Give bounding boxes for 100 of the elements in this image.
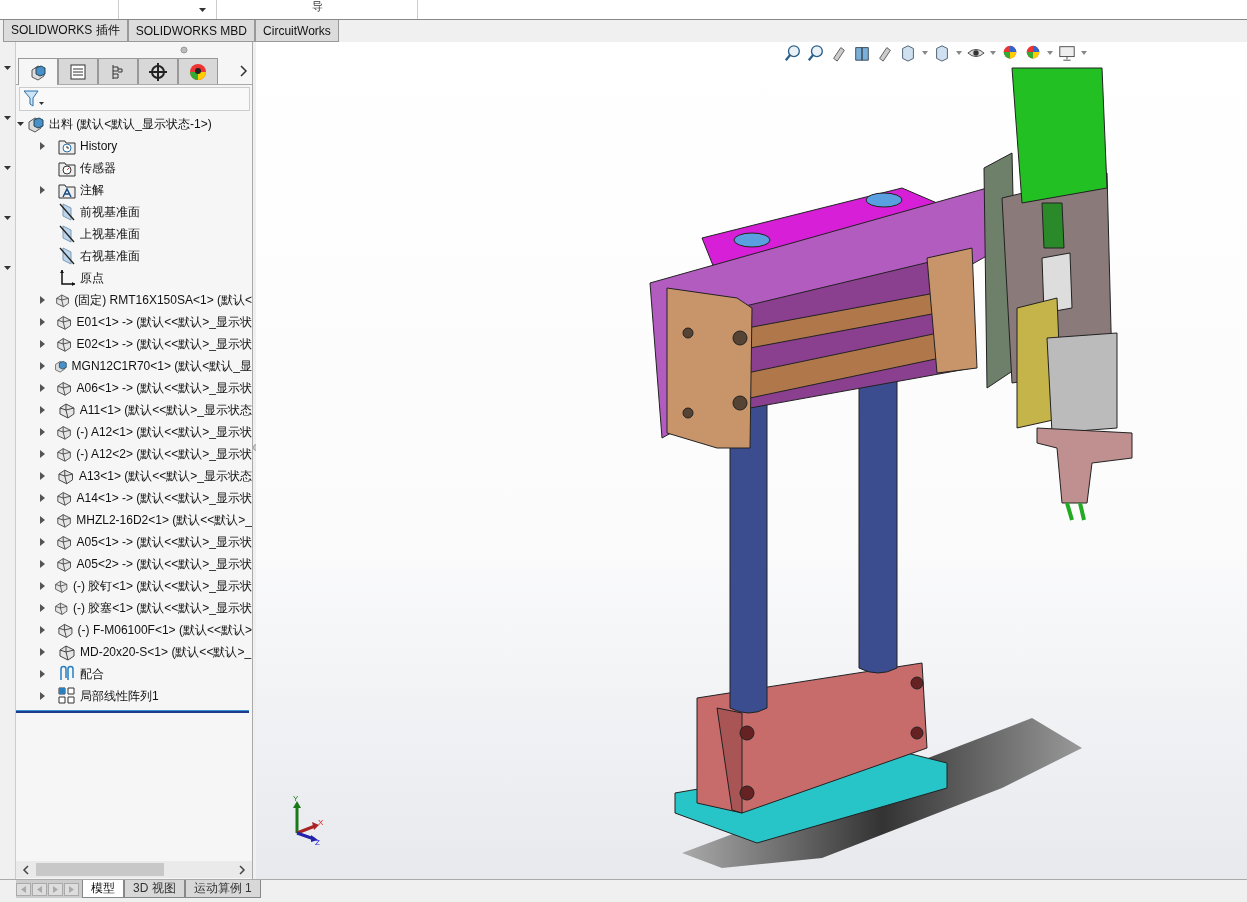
horizontal-scrollbar[interactable] (16, 861, 252, 878)
part-icon (56, 379, 73, 397)
tree-item[interactable]: (-) 胶塞<1> (默认<<默认>_显示状 (72, 599, 252, 617)
tree-item[interactable]: (-) F-M06100F<1> (默认<<默认> (77, 621, 252, 639)
expand-arrow-icon[interactable] (17, 120, 25, 128)
expand-arrow-icon[interactable] (40, 494, 45, 502)
dim-manager-icon (148, 61, 168, 82)
expand-arrow-icon[interactable] (40, 692, 45, 700)
expand-arrow-icon[interactable] (40, 560, 45, 568)
expand-arrow-icon[interactable] (40, 582, 45, 590)
tree-item[interactable]: E01<1> -> (默认<<默认>_显示状 (76, 313, 252, 331)
part-icon (57, 401, 76, 419)
panel-tab[interactable] (178, 58, 218, 84)
expand-arrow-icon[interactable] (40, 318, 45, 326)
property-manager-icon (68, 61, 88, 82)
scroll-right-icon[interactable] (238, 864, 246, 875)
tree-item[interactable]: 右视基准面 (80, 247, 140, 265)
tree-item[interactable]: (固定) RMT16X150SA<1> (默认< (74, 291, 252, 309)
assembly-model-drawing[interactable] (649, 67, 1133, 844)
tree-item[interactable]: (-) 胶钉<1> (默认<<默认>_显示状 (72, 577, 252, 595)
tree-item[interactable]: History (80, 139, 118, 153)
expand-arrow-icon[interactable] (40, 472, 45, 480)
expand-arrow-icon[interactable] (40, 626, 45, 634)
expand-arrow-icon[interactable] (40, 516, 45, 524)
filter-icon[interactable] (23, 90, 45, 108)
toolbar-label: 导 (311, 0, 323, 14)
tree-item[interactable]: (-) A12<1> (默认<<默认>_显示状 (76, 423, 252, 441)
assembly-icon (27, 115, 45, 133)
chevron-right-icon[interactable] (240, 65, 248, 77)
tree-item[interactable]: MHZL2-16D2<1> (默认<<默认>_ (76, 511, 252, 529)
tree-item[interactable]: 传感器 (80, 159, 116, 177)
scroll-left-icon[interactable] (22, 864, 30, 875)
tree-item[interactable]: MGN12C1R70<1> (默认<默认_显 (71, 357, 252, 375)
annotation-icon (58, 181, 76, 199)
tree-item[interactable]: A11<1> (默认<<默认>_显示状态 (79, 401, 252, 419)
part-icon (56, 489, 73, 507)
pattern-icon (58, 687, 76, 705)
zoom-fit-icon[interactable] (784, 43, 802, 63)
display-manager-icon (188, 61, 208, 82)
tree-item[interactable]: (-) A12<2> (默认<<默认>_显示状 (76, 445, 252, 463)
caret-icon[interactable] (4, 216, 11, 220)
expand-arrow-icon[interactable] (40, 604, 45, 612)
tree-item[interactable]: 局部线性阵列1 (80, 687, 159, 705)
caret-icon[interactable] (4, 116, 11, 120)
expand-arrow-icon[interactable] (40, 142, 45, 150)
command-tab[interactable]: SOLIDWORKS MBD (127, 20, 256, 42)
expand-arrow-icon[interactable] (40, 384, 45, 392)
tree-item[interactable]: A05<2> -> (默认<<默认>_显示状 (76, 555, 252, 573)
part-icon (55, 291, 71, 309)
expand-arrow-icon[interactable] (40, 538, 45, 546)
plane-icon (58, 225, 76, 243)
caret-icon[interactable] (4, 66, 11, 70)
tree-item[interactable]: 前视基准面 (80, 203, 140, 221)
tree-item[interactable]: 出料 (默认<默认_显示状态-1>) (49, 115, 212, 133)
panel-tab[interactable] (18, 58, 58, 85)
tree-item[interactable]: A14<1> -> (默认<<默认>_显示状 (76, 489, 252, 507)
filter-field[interactable] (19, 87, 250, 111)
part-icon (56, 511, 73, 529)
graphics-viewport[interactable]: Y X Z (256, 42, 1247, 879)
tree-item[interactable]: MD-20x20-S<1> (默认<<默认>_ (80, 643, 252, 661)
panel-tab[interactable] (138, 58, 178, 84)
part-icon (56, 335, 73, 353)
tree-item[interactable]: 配合 (80, 665, 104, 683)
grip-icon[interactable] (180, 46, 188, 54)
view-settings-icon[interactable] (1058, 43, 1076, 63)
expand-arrow-icon[interactable] (40, 186, 45, 194)
history-icon (58, 137, 76, 155)
expand-arrow-icon[interactable] (40, 670, 45, 678)
part-icon (56, 445, 73, 463)
tree-item[interactable]: 原点 (80, 269, 104, 287)
sheet-tab[interactable]: 运动算例 1 (184, 880, 261, 898)
tree-item[interactable]: A13<1> (默认<<默认>_显示状态 (78, 467, 252, 485)
plane-icon (58, 247, 76, 265)
expand-arrow-icon[interactable] (40, 648, 45, 656)
expand-arrow-icon[interactable] (40, 450, 45, 458)
zoom-area-icon[interactable] (807, 43, 825, 63)
command-tab[interactable]: SOLIDWORKS 插件 (3, 20, 128, 42)
caret-icon[interactable] (199, 7, 206, 12)
sheet-tab[interactable]: 3D 视图 (124, 880, 185, 898)
command-tab[interactable]: CircuitWorks (255, 20, 339, 42)
part-icon (57, 467, 75, 485)
tree-item[interactable]: A05<1> -> (默认<<默认>_显示状 (76, 533, 252, 551)
tree-item[interactable]: 上视基准面 (80, 225, 140, 243)
caret-icon[interactable] (4, 266, 11, 270)
expand-arrow-icon[interactable] (40, 406, 45, 414)
part-icon (58, 643, 76, 661)
sheet-tab[interactable]: 模型 (82, 880, 124, 898)
caret-icon[interactable] (4, 166, 11, 170)
part-icon (54, 577, 69, 595)
expand-arrow-icon[interactable] (40, 362, 45, 370)
tree-item[interactable]: A06<1> -> (默认<<默认>_显示状 (76, 379, 252, 397)
part-icon (56, 423, 73, 441)
feature-manager-icon (28, 62, 48, 82)
tree-item[interactable]: E02<1> -> (默认<<默认>_显示状 (76, 335, 252, 353)
expand-arrow-icon[interactable] (40, 428, 45, 436)
part-icon (56, 313, 73, 331)
expand-arrow-icon[interactable] (40, 340, 45, 348)
expand-arrow-icon[interactable] (40, 296, 45, 304)
part-icon (54, 599, 69, 617)
tree-item[interactable]: 注解 (80, 181, 104, 199)
